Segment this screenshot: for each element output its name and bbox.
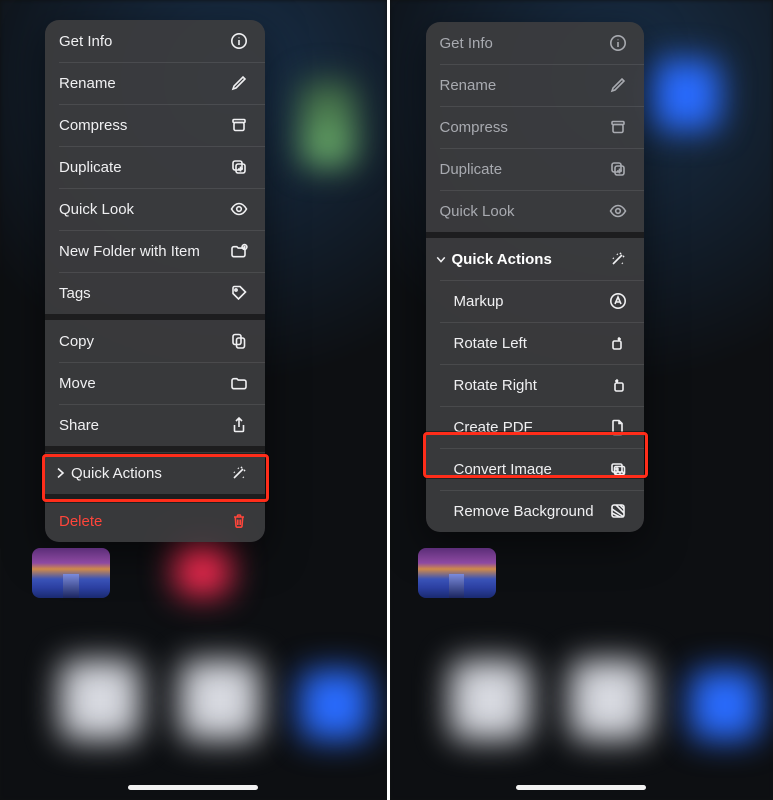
duplicate-icon [608,159,628,179]
context-menu-expanded: Get Info Rename Compress Duplicate Quick… [426,22,644,532]
menu-item-create-pdf[interactable]: Create PDF [426,406,644,448]
menu-item-quick-actions[interactable]: Quick Actions [45,452,265,494]
menu-label: Move [59,375,96,392]
copy-icon [229,331,249,351]
bg-dock-item [180,660,260,740]
trash-icon [229,511,249,531]
share-icon [229,415,249,435]
menu-item-markup[interactable]: Markup [426,280,644,322]
menu-label: Share [59,417,99,434]
context-menu: Get Info Rename Compress Duplicate Quick… [45,20,265,542]
menu-label: Quick Actions [71,465,162,482]
menu-section-quick-actions: Quick Actions [45,446,265,494]
archive-icon [608,117,628,137]
menu-item-remove-background[interactable]: Remove Background [426,490,644,532]
document-icon [608,417,628,437]
menu-item-convert-image[interactable]: Convert Image [426,448,644,490]
duplicate-icon [229,157,249,177]
menu-label: Rename [59,75,116,92]
menu-label: Create PDF [440,419,533,436]
menu-label: Remove Background [440,503,594,520]
wand-icon [608,249,628,269]
menu-item-compress[interactable]: Compress [45,104,265,146]
pencil-icon [229,73,249,93]
menu-item-quick-look[interactable]: Quick Look [426,190,644,232]
menu-item-rotate-left[interactable]: Rotate Left [426,322,644,364]
bg-app-thumb [300,80,356,166]
menu-item-get-info[interactable]: Get Info [426,22,644,64]
menu-item-rotate-right[interactable]: Rotate Right [426,364,644,406]
left-panel: Get Info Rename Compress Duplicate Quick… [0,0,387,800]
menu-label: Convert Image [440,461,552,478]
menu-item-duplicate[interactable]: Duplicate [45,146,265,188]
menu-label: Quick Look [59,201,134,218]
menu-section-file: Copy Move Share [45,314,265,446]
bg-red-thumb [175,540,230,595]
menu-label: Tags [59,285,91,302]
eye-icon [608,201,628,221]
menu-item-quick-look[interactable]: Quick Look [45,188,265,230]
menu-item-copy[interactable]: Copy [45,320,265,362]
bg-dock-item [690,670,760,740]
menu-section-danger: Delete [45,494,265,542]
menu-label: Rotate Left [440,335,527,352]
menu-label: Compress [59,117,127,134]
right-panel: Get Info Rename Compress Duplicate Quick… [387,0,773,800]
wand-icon [229,463,249,483]
chevron-down-icon [436,255,446,264]
menu-label: Copy [59,333,94,350]
menu-label: Rename [440,77,497,94]
quick-actions-header[interactable]: Quick Actions [426,238,644,280]
pencil-icon [608,75,628,95]
archive-icon [229,115,249,135]
menu-label: Quick Look [440,203,515,220]
bg-dock-item [570,660,650,740]
images-icon [608,459,628,479]
menu-item-rename[interactable]: Rename [45,62,265,104]
home-indicator [516,785,646,790]
tag-icon [229,283,249,303]
menu-item-compress[interactable]: Compress [426,106,644,148]
menu-label: Rotate Right [440,377,537,394]
menu-item-move[interactable]: Move [45,362,265,404]
markup-icon [608,291,628,311]
info-icon [608,33,628,53]
menu-item-rename[interactable]: Rename [426,64,644,106]
menu-section-quick-actions-expanded: Quick Actions Markup Rotate Left Rotate … [426,232,644,532]
menu-label: Markup [440,293,504,310]
bg-dock-item [450,660,530,740]
menu-label: Duplicate [59,159,122,176]
bg-dock-item [60,660,140,740]
menu-section-info-dim: Get Info Rename Compress Duplicate Quick… [426,22,644,232]
menu-label: Delete [59,513,102,530]
menu-item-share[interactable]: Share [45,404,265,446]
menu-item-new-folder[interactable]: New Folder with Item [45,230,265,272]
menu-item-delete[interactable]: Delete [45,500,265,542]
menu-item-duplicate[interactable]: Duplicate [426,148,644,190]
eye-icon [229,199,249,219]
bg-blob [650,60,720,130]
menu-label: Get Info [440,35,493,52]
remove-bg-icon [608,501,628,521]
bg-dock-item [300,670,370,740]
menu-section-info: Get Info Rename Compress Duplicate Quick… [45,20,265,314]
folder-plus-icon [229,241,249,261]
menu-item-get-info[interactable]: Get Info [45,20,265,62]
rotate-left-icon [608,333,628,353]
menu-item-tags[interactable]: Tags [45,272,265,314]
menu-label: New Folder with Item [59,243,200,260]
home-indicator [128,785,258,790]
chevron-right-icon [55,467,65,479]
info-icon [229,31,249,51]
menu-label: Duplicate [440,161,503,178]
menu-label: Get Info [59,33,112,50]
rotate-right-icon [608,375,628,395]
selected-image-thumbnail[interactable] [418,548,496,598]
folder-icon [229,373,249,393]
menu-label: Quick Actions [452,251,552,268]
menu-label: Compress [440,119,508,136]
selected-image-thumbnail[interactable] [32,548,110,598]
